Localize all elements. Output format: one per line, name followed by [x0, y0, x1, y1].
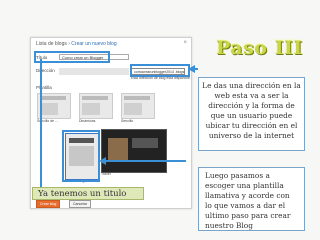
address-highlight	[130, 64, 190, 77]
template-arrow-line	[106, 160, 186, 162]
template-highlight	[62, 130, 100, 182]
create-blog-button[interactable]: Crear blog	[36, 200, 61, 208]
template-label: Plantilla	[36, 85, 52, 90]
template-arrow-icon	[99, 157, 106, 165]
template-thumb[interactable]	[79, 93, 113, 119]
address-label: Dirección	[36, 68, 55, 73]
title-callout: Ya tenemos un titulo	[32, 187, 144, 200]
template-callout: Luego pasamos a escoger una plantilla ll…	[198, 167, 305, 231]
template-caption: Travel	[101, 172, 111, 176]
address-arrow-icon	[188, 65, 195, 73]
template-caption: Dinámicas	[79, 119, 96, 123]
address-callout: Le das una dirección en la web esta va a…	[198, 77, 305, 151]
address-placeholder	[59, 68, 129, 75]
title-arrow-line	[40, 59, 42, 187]
template-caption: Sencillo	[121, 119, 134, 123]
cancel-button[interactable]: Cancelar	[69, 200, 92, 208]
address-arrow-line	[195, 68, 198, 70]
slide-title: Paso III	[216, 37, 303, 59]
dialog-title-prefix: Lista de blogs	[36, 41, 67, 47]
close-icon[interactable]: ×	[183, 40, 187, 46]
template-thumb-dark[interactable]	[101, 129, 167, 173]
dialog-title: Lista de blogs › Crear un nuevo blog	[36, 41, 117, 47]
template-thumb[interactable]	[121, 93, 155, 119]
dialog-title-link[interactable]: › Crear un nuevo blog	[68, 41, 116, 47]
template-thumb[interactable]	[37, 93, 71, 119]
title-highlight	[34, 51, 110, 63]
